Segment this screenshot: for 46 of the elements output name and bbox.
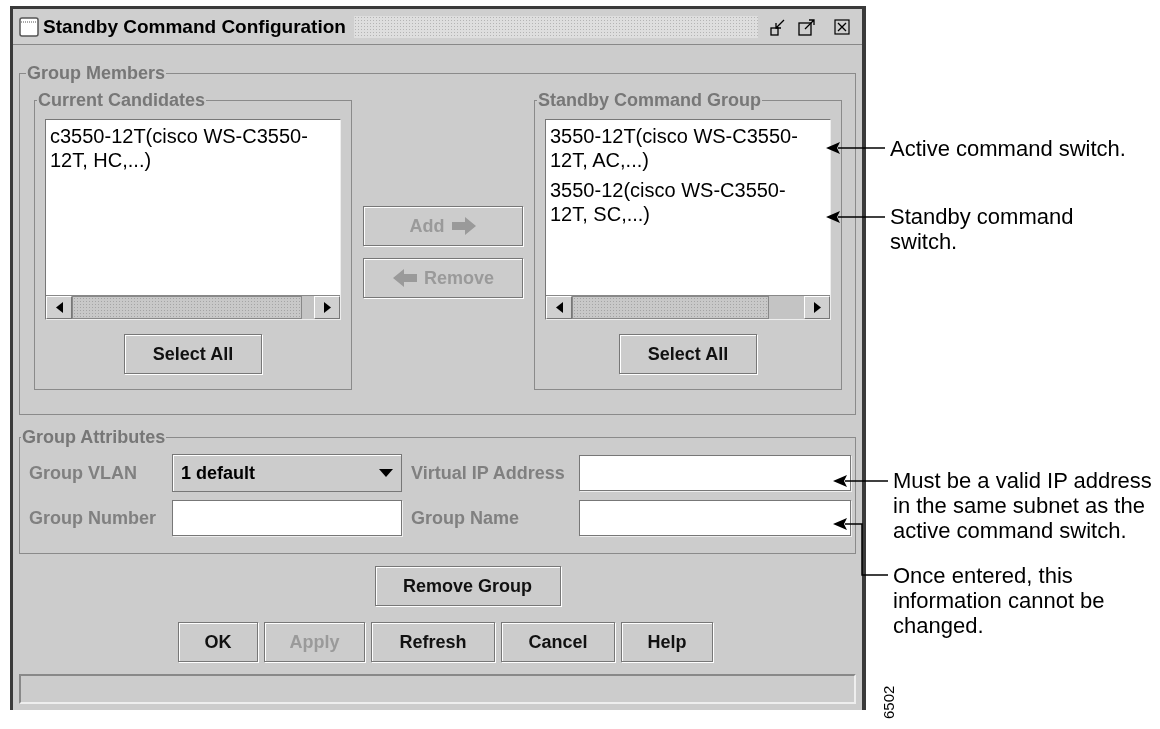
- window-icon: [19, 16, 39, 37]
- list-item[interactable]: 3550-12T(cisco WS-C3550- 12T, AC,...): [550, 124, 826, 172]
- remove-group-button[interactable]: Remove Group: [374, 566, 561, 606]
- annotation-text: Standby command switch.: [890, 204, 1075, 254]
- field-label: Group Name: [410, 507, 521, 529]
- dialog-button[interactable]: Cancel: [501, 622, 615, 662]
- vlan-dropdown[interactable]: 1 default: [172, 454, 402, 492]
- field-label: Group Number: [29, 507, 157, 529]
- maximize-icon[interactable]: [798, 17, 816, 36]
- field-label: Group VLAN: [29, 462, 138, 484]
- list-item[interactable]: 3550-12(cisco WS-C3550- 12T, SC,...): [550, 178, 826, 226]
- right-arrow-icon: [450, 216, 477, 236]
- leader-line: [826, 211, 886, 223]
- input-field[interactable]: [172, 500, 402, 536]
- group-title: Group Attributes: [21, 427, 167, 448]
- annotation-text: Once entered, this information cannot be changed.: [893, 563, 1106, 638]
- group-title: Current Candidates: [37, 90, 207, 111]
- figure-number: 6502: [880, 685, 897, 719]
- left-arrow-icon: [392, 268, 418, 288]
- dropdown-caret-icon: [379, 469, 393, 477]
- leader-line: [826, 142, 886, 154]
- annotation-text: Active command switch.: [890, 136, 1127, 161]
- select-all-button[interactable]: Select All: [124, 334, 262, 374]
- leader-line: [833, 475, 889, 487]
- input-field[interactable]: [579, 500, 851, 536]
- scroll-left-icon[interactable]: [555, 302, 563, 313]
- device-list[interactable]: 3550-12T(cisco WS-C3550- 12T, AC,...) 3550-12(cisco WS-C3550- 12T, SC,...): [545, 119, 831, 320]
- horizontal-scrollbar[interactable]: [46, 295, 340, 319]
- select-all-button[interactable]: Select All: [619, 334, 757, 374]
- field-label: Virtual IP Address: [410, 462, 566, 484]
- leader-line: [833, 518, 889, 576]
- dialog-button[interactable]: Help: [621, 622, 713, 662]
- scroll-left-icon[interactable]: [55, 302, 63, 313]
- window-title: Standby Command Configuration: [43, 15, 346, 38]
- close-icon[interactable]: [834, 18, 850, 35]
- scroll-right-icon[interactable]: [813, 302, 821, 313]
- list-item[interactable]: c3550-12T(cisco WS-C3550- 12T, HC,...): [50, 124, 336, 172]
- scroll-right-icon[interactable]: [323, 302, 331, 313]
- group-title: Group Members: [26, 63, 167, 84]
- horizontal-scrollbar[interactable]: [546, 295, 830, 319]
- device-list[interactable]: c3550-12T(cisco WS-C3550- 12T, HC,...): [45, 119, 341, 320]
- dialog-button[interactable]: OK: [178, 622, 258, 662]
- dialog-button[interactable]: Refresh: [371, 622, 495, 662]
- input-field[interactable]: [579, 455, 851, 491]
- group-title: Standby Command Group: [537, 90, 762, 111]
- annotation-text: Must be a valid IP address in the same subnet as the active command switch.: [893, 468, 1153, 543]
